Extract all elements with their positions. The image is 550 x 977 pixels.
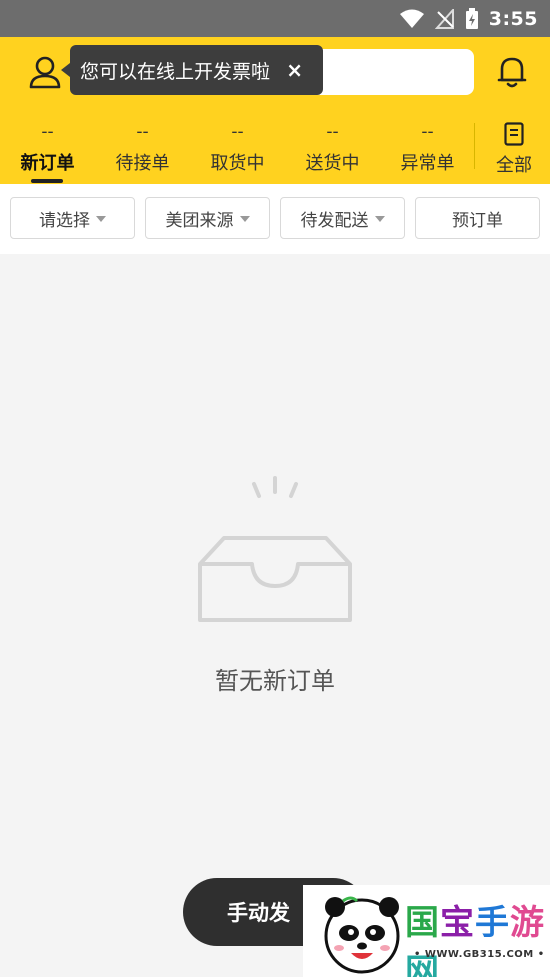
document-icon bbox=[504, 122, 524, 146]
tab-delivering[interactable]: -- 送货中 bbox=[285, 117, 380, 184]
tab-new-orders[interactable]: -- 新订单 bbox=[0, 117, 95, 184]
watermark-char: 国 bbox=[405, 903, 440, 943]
tab-count: -- bbox=[326, 122, 339, 142]
tab-exceptions[interactable]: -- 异常单 bbox=[380, 117, 475, 184]
tab-count: -- bbox=[136, 122, 149, 142]
empty-inbox-icon bbox=[198, 476, 352, 622]
tab-label: 异常单 bbox=[400, 153, 455, 174]
filter-label: 美团来源 bbox=[165, 210, 234, 231]
watermark-title: 国宝手游网 bbox=[405, 895, 550, 977]
filter-label: 请选择 bbox=[39, 210, 90, 231]
filter-delivery-dropdown[interactable]: 待发配送 bbox=[280, 197, 405, 239]
filter-label: 待发配送 bbox=[300, 210, 369, 231]
caret-down-icon bbox=[96, 216, 106, 222]
bell-icon[interactable] bbox=[496, 54, 528, 90]
tab-count: -- bbox=[41, 122, 54, 142]
tab-label: 取货中 bbox=[210, 153, 265, 174]
tab-label: 新订单 bbox=[20, 153, 75, 174]
status-icons: 3:55 bbox=[399, 0, 538, 37]
status-bar: 3:55 bbox=[0, 0, 550, 37]
tab-pending-accept[interactable]: -- 待接单 bbox=[95, 117, 190, 184]
tab-label: 送货中 bbox=[305, 153, 360, 174]
tab-count: -- bbox=[421, 122, 434, 142]
filter-source-dropdown[interactable]: 美团来源 bbox=[145, 197, 270, 239]
empty-state-text: 暂无新订单 bbox=[215, 667, 335, 695]
tab-all[interactable]: 全部 bbox=[478, 117, 550, 184]
tab-count: -- bbox=[231, 122, 244, 142]
tab-picking-up[interactable]: -- 取货中 bbox=[190, 117, 285, 184]
manual-order-label: 手动发 bbox=[227, 901, 290, 925]
panda-logo-icon bbox=[324, 896, 400, 974]
site-watermark: 国宝手游网 • WWW.GB315.COM • bbox=[303, 885, 550, 977]
invoice-tooltip: 您可以在线上开发票啦 × bbox=[61, 45, 323, 95]
tab-label: 待接单 bbox=[115, 153, 170, 174]
watermark-url: • WWW.GB315.COM • bbox=[414, 949, 545, 960]
user-icon[interactable] bbox=[28, 55, 62, 89]
filter-preorder-button[interactable]: 预订单 bbox=[415, 197, 540, 239]
tooltip-text: 您可以在线上开发票啦 bbox=[80, 60, 271, 83]
tooltip-close-icon[interactable]: × bbox=[286, 58, 303, 82]
order-status-tabs: -- 新订单 -- 待接单 -- 取货中 -- 送货中 -- 异常单 全部 bbox=[0, 117, 550, 184]
filter-label: 预订单 bbox=[452, 210, 503, 231]
header: 您可以在线上开发票啦 × -- 新订单 -- 待接单 -- 取货中 -- 送货中… bbox=[0, 37, 550, 184]
filter-select-dropdown[interactable]: 请选择 bbox=[10, 197, 135, 239]
tab-label: 全部 bbox=[496, 155, 532, 176]
tab-divider bbox=[474, 123, 475, 169]
caret-down-icon bbox=[239, 216, 250, 222]
status-time: 3:55 bbox=[488, 7, 538, 30]
watermark-char: 游 bbox=[510, 903, 545, 943]
filter-bar: 请选择 美团来源 待发配送 预订单 bbox=[0, 184, 550, 254]
wifi-icon bbox=[399, 9, 424, 28]
active-tab-indicator bbox=[31, 179, 63, 183]
caret-down-icon bbox=[374, 216, 385, 222]
watermark-char: 手 bbox=[475, 903, 510, 943]
no-signal-icon bbox=[434, 8, 454, 29]
battery-charging-icon bbox=[465, 7, 478, 29]
watermark-char: 宝 bbox=[440, 903, 475, 943]
